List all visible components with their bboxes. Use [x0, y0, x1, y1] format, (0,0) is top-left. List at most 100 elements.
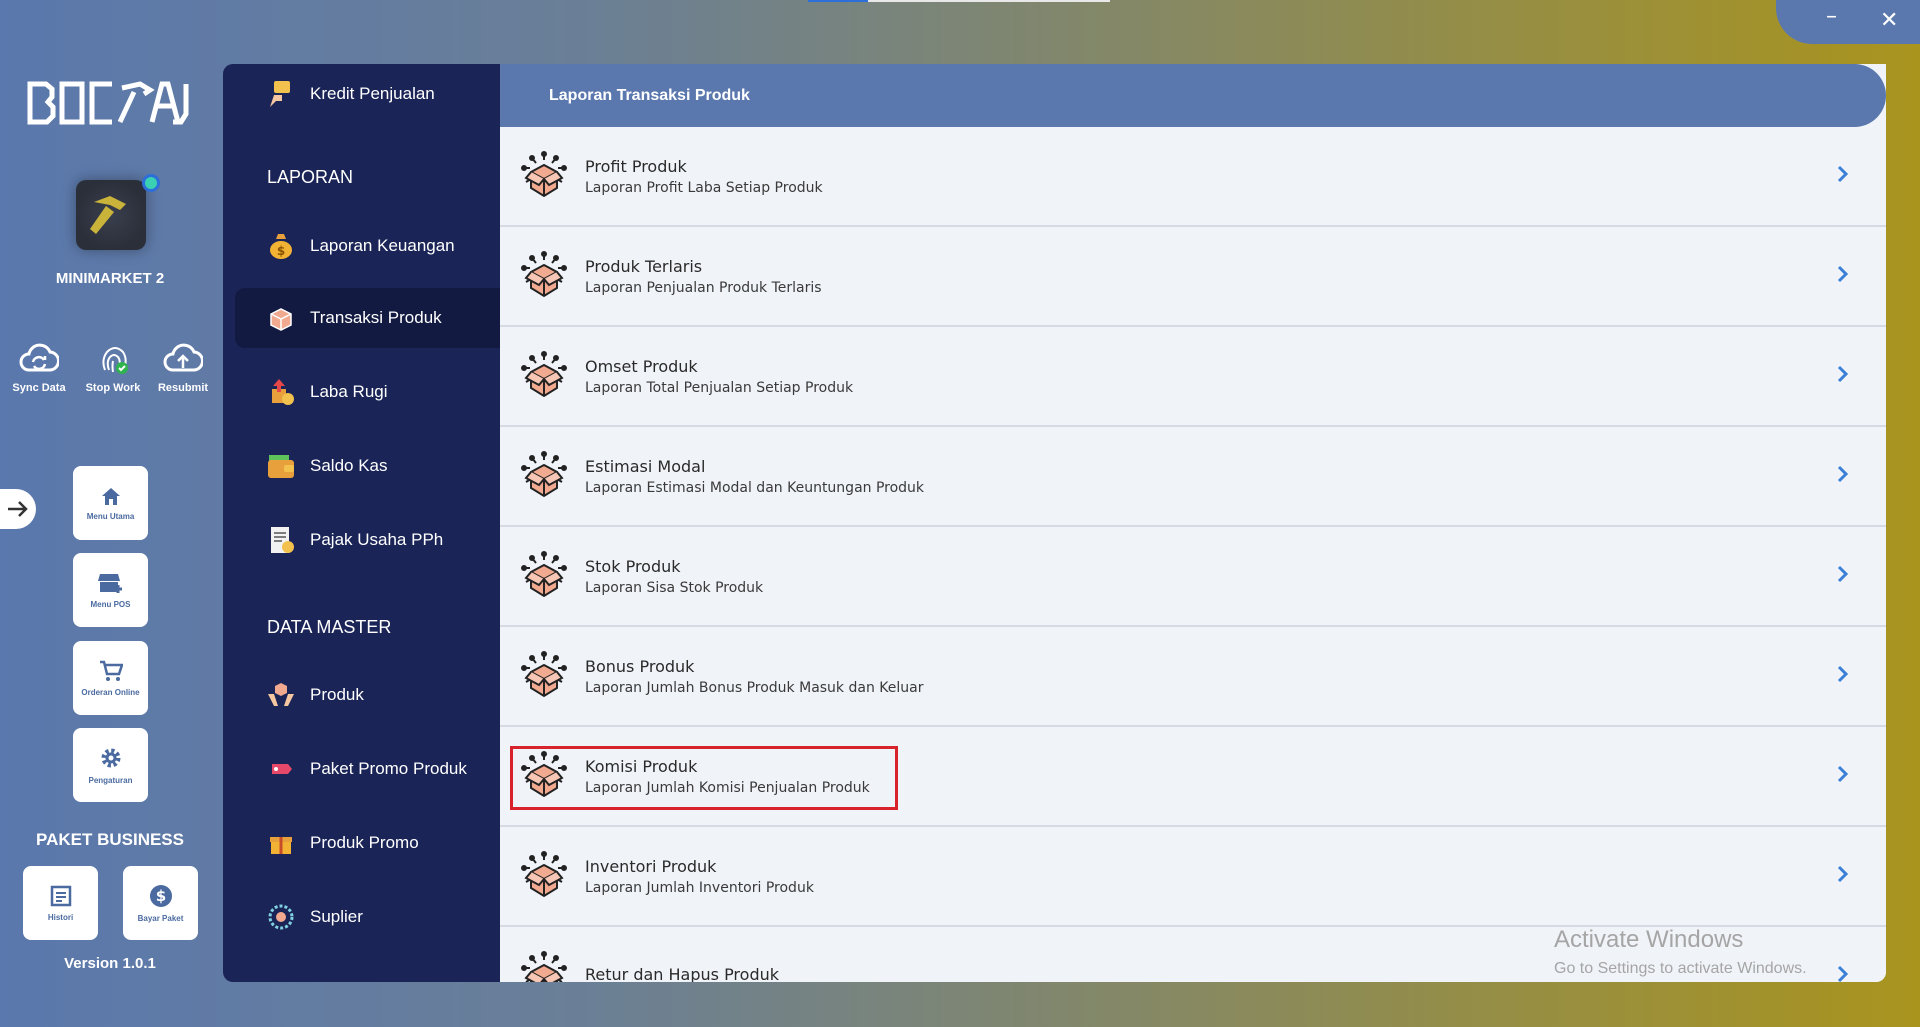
histori-button[interactable]: Histori	[23, 866, 98, 940]
product-box-icon	[518, 650, 570, 702]
menu-pos-button[interactable]: Menu POS	[73, 553, 148, 627]
gear-icon	[101, 748, 120, 767]
chevron-right-icon[interactable]	[1836, 864, 1850, 889]
nav-item-saldo-kas[interactable]: Saldo Kas	[223, 436, 500, 496]
report-title: Estimasi Modal	[585, 456, 706, 476]
report-title: Retur dan Hapus Produk	[585, 964, 780, 983]
menu-utama-button[interactable]: Menu Utama	[73, 466, 148, 540]
expand-sidebar-button[interactable]	[0, 489, 36, 529]
nav-item-produk-promo[interactable]: Produk Promo	[223, 813, 500, 873]
report-description: Laporan Profit Laba Setiap Produk	[585, 179, 823, 196]
report-row-bonus-produk[interactable]: Bonus Produk Laporan Jumlah Bonus Produk …	[500, 627, 1886, 727]
minimize-icon[interactable]: –	[1826, 4, 1837, 29]
nav-item-paket-promo-produk[interactable]: Paket Promo Produk	[223, 739, 500, 799]
product-box-icon	[518, 850, 570, 902]
product-hand-icon	[266, 680, 296, 710]
cart-icon	[99, 660, 123, 681]
report-row-komisi-produk[interactable]: Komisi Produk Laporan Jumlah Komisi Penju…	[500, 727, 1886, 827]
report-title: Profit Produk	[585, 156, 687, 176]
report-row-profit-produk[interactable]: Profit Produk Laporan Profit Laba Setiap …	[500, 127, 1886, 227]
nav-item-produk[interactable]: Produk	[223, 665, 500, 725]
sync-data-button[interactable]: Sync Data	[2, 342, 76, 394]
report-list-panel: Laporan Transaksi Produk Profit Produk La…	[500, 64, 1886, 982]
report-row-inventori-produk[interactable]: Inventori Produk Laporan Jumlah Inventori…	[500, 827, 1886, 927]
taskbar-indicator	[808, 0, 868, 2]
report-description: Laporan Total Penjualan Setiap Produk	[585, 379, 854, 396]
report-title: Inventori Produk	[585, 856, 717, 876]
window-controls: – ✕	[1776, 0, 1920, 44]
app-logo	[27, 81, 189, 125]
product-box-icon	[518, 350, 570, 402]
profit-loss-icon	[266, 377, 296, 407]
report-title: Bonus Produk	[585, 656, 695, 676]
cloud-upload-icon	[163, 343, 203, 372]
report-description: Laporan Penjualan Produk Terlaris	[585, 279, 822, 296]
report-description: Laporan Estimasi Modal dan Keuntungan Pr…	[585, 479, 925, 496]
report-row-produk-terlaris[interactable]: Produk Terlaris Laporan Penjualan Produk …	[500, 227, 1886, 327]
section-data-master: DATA MASTER	[267, 617, 392, 637]
orderan-online-button[interactable]: Orderan Online	[73, 641, 148, 715]
taskbar-indicator-2	[868, 0, 1110, 2]
nav-item-laba-rugi[interactable]: Laba Rugi	[223, 362, 500, 422]
arrow-right-icon	[8, 501, 28, 517]
svg-text:$: $	[277, 244, 285, 258]
product-box-icon	[518, 150, 570, 202]
report-row-omset-produk[interactable]: Omset Produk Laporan Total Penjualan Seti…	[500, 327, 1886, 427]
report-description: Laporan Jumlah Bonus Produk Masuk dan Ke…	[585, 679, 924, 696]
gift-box-icon	[266, 828, 296, 858]
section-laporan: LAPORAN	[267, 167, 354, 187]
fingerprint-icon	[102, 347, 128, 374]
chevron-right-icon[interactable]	[1836, 264, 1850, 289]
stop-work-button[interactable]: Stop Work	[76, 342, 150, 394]
report-row-estimasi-modal[interactable]: Estimasi Modal Laporan Estimasi Modal dan…	[500, 427, 1886, 527]
chevron-right-icon[interactable]	[1836, 764, 1850, 789]
credit-card-icon	[266, 79, 296, 109]
online-status-dot	[142, 174, 160, 192]
home-icon	[101, 487, 120, 505]
report-row-stok-produk[interactable]: Stok Produk Laporan Sisa Stok Produk	[500, 527, 1886, 627]
nav-item-transaksi-produk[interactable]: Transaksi Produk	[235, 288, 500, 348]
promo-tag-icon	[266, 754, 296, 784]
store-avatar	[76, 180, 146, 250]
windows-activation-watermark: Activate Windows Go to Settings to activ…	[1554, 926, 1807, 977]
svg-text:$: $	[155, 887, 165, 905]
nav-item-suplier[interactable]: Suplier	[223, 887, 500, 947]
supplier-icon	[266, 902, 296, 932]
product-box-icon	[518, 550, 570, 602]
resubmit-button[interactable]: Resubmit	[146, 342, 220, 394]
nav-item-pajak-usaha-pph[interactable]: Pajak Usaha PPh	[223, 510, 500, 570]
chevron-right-icon[interactable]	[1836, 664, 1850, 689]
wallet-icon	[266, 451, 296, 481]
close-icon[interactable]: ✕	[1880, 8, 1898, 33]
product-box-icon	[518, 950, 570, 982]
package-title: PAKET BUSINESS	[36, 830, 184, 849]
tax-document-icon	[266, 525, 296, 555]
report-description: Laporan Jumlah Inventori Produk	[585, 879, 814, 896]
report-description: Laporan Sisa Stok Produk	[585, 579, 764, 596]
report-title: Stok Produk	[585, 556, 681, 576]
bayar-paket-button[interactable]: $ Bayar Paket	[123, 866, 198, 940]
report-title: Omset Produk	[585, 356, 698, 376]
dollar-icon: $	[149, 884, 172, 907]
cloud-sync-icon	[19, 343, 59, 372]
report-navigation: Kredit Penjualan LAPORAN $ Laporan Keuan…	[223, 64, 500, 982]
box-icon	[266, 303, 296, 333]
chevron-right-icon[interactable]	[1836, 964, 1850, 983]
nav-item-kredit-penjualan[interactable]: Kredit Penjualan	[223, 64, 500, 124]
chevron-right-icon[interactable]	[1836, 564, 1850, 589]
money-bag-icon: $	[266, 231, 296, 261]
hammer-icon	[90, 196, 126, 234]
page-title: Laporan Transaksi Produk	[500, 64, 1886, 127]
history-icon	[50, 885, 71, 906]
report-title: Produk Terlaris	[585, 256, 703, 276]
selection-highlight	[510, 746, 898, 810]
chevron-right-icon[interactable]	[1836, 464, 1850, 489]
chevron-right-icon[interactable]	[1836, 364, 1850, 389]
store-name: MINIMARKET 2	[55, 270, 165, 287]
pengaturan-button[interactable]: Pengaturan	[73, 728, 148, 802]
product-box-icon	[518, 450, 570, 502]
store-icon	[97, 573, 122, 593]
product-box-icon	[518, 250, 570, 302]
chevron-right-icon[interactable]	[1836, 164, 1850, 189]
nav-item-laporan-keuangan[interactable]: $ Laporan Keuangan	[223, 216, 500, 276]
